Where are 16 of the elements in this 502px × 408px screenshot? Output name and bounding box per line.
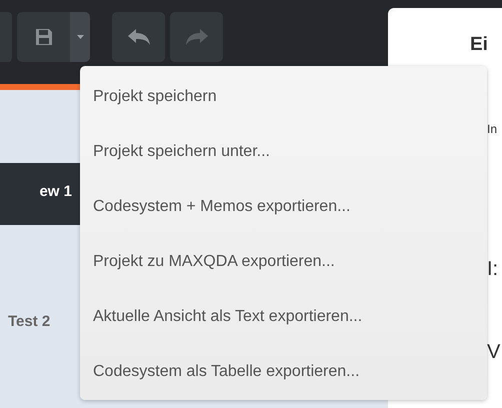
caret-icon: [76, 35, 84, 39]
panel-text: V: [487, 341, 500, 364]
undo-arrow-icon: [128, 29, 150, 45]
menu-item[interactable]: Aktuelle Ansicht als Text exportieren...: [80, 289, 487, 344]
sidebar-item[interactable]: ew 1: [0, 163, 80, 225]
menu-item[interactable]: Codesystem + Memos exportieren...: [80, 179, 487, 234]
panel-title: Ei: [470, 34, 488, 56]
menu-item[interactable]: Projekt speichern unter...: [80, 124, 487, 179]
menu-item[interactable]: Projekt speichern: [80, 69, 487, 124]
undo-button[interactable]: [112, 12, 165, 62]
menu-item[interactable]: Projekt zu MAXQDA exportieren...: [80, 234, 487, 289]
save-button[interactable]: [17, 12, 70, 62]
menu-item[interactable]: Codesystem als Tabelle exportieren...: [80, 344, 487, 399]
panel-text: In: [487, 122, 498, 136]
redo-arrow-icon: [186, 29, 208, 45]
panel-text: I:: [487, 258, 498, 281]
